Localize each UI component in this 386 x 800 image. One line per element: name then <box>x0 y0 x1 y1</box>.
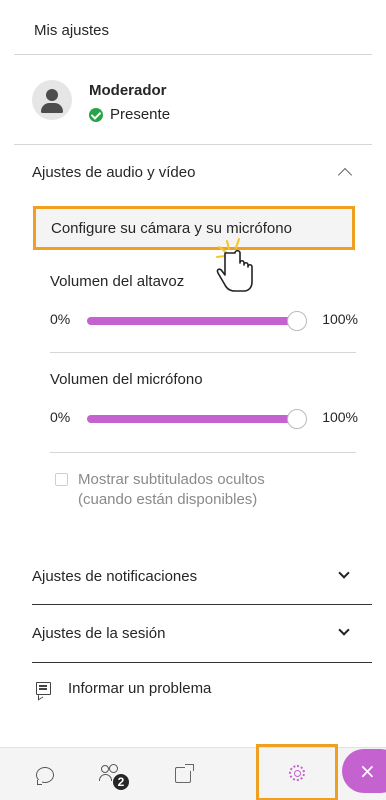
participants-count-badge: 2 <box>113 773 129 790</box>
session-section-header[interactable]: Ajustes de la sesión <box>32 618 354 648</box>
microphone-volume-min: 0% <box>50 409 71 425</box>
check-circle-icon <box>89 107 103 122</box>
close-icon: × <box>359 759 376 783</box>
tab-participants[interactable]: 2 <box>86 748 136 800</box>
closed-captions-option[interactable]: Mostrar subtitulados ocultos (cuando est… <box>55 470 355 510</box>
avatar-icon <box>32 80 72 120</box>
panel-header: Mis ajustes <box>14 0 372 55</box>
divider <box>32 662 372 663</box>
report-problem-label: Informar un problema <box>68 680 212 697</box>
divider <box>32 604 372 605</box>
speaker-volume-fill <box>87 317 297 325</box>
microphone-volume-fill <box>87 415 297 423</box>
speaker-volume-max: 100% <box>322 311 358 327</box>
chevron-down-icon <box>338 567 350 579</box>
microphone-volume-label: Volumen del micrófono <box>50 371 203 388</box>
tab-settings[interactable] <box>256 744 338 800</box>
chat-bubble-icon <box>36 766 54 785</box>
chevron-down-icon <box>338 624 350 636</box>
closed-captions-label: Mostrar subtitulados ocultos (cuando est… <box>78 470 265 510</box>
gear-icon <box>289 764 305 781</box>
user-status: Presente <box>89 106 170 123</box>
speaker-volume-min: 0% <box>50 311 71 327</box>
user-info: Moderador Presente <box>32 80 352 130</box>
report-problem-icon <box>36 682 51 695</box>
microphone-volume-max: 100% <box>322 409 358 425</box>
speaker-volume-label: Volumen del altavoz <box>50 273 185 290</box>
my-settings-panel: Mis ajustes Moderador Presente Ajustes d… <box>0 0 386 800</box>
audio-video-section-header[interactable]: Ajustes de audio y vídeo <box>32 157 354 187</box>
divider <box>50 352 356 353</box>
tab-chat[interactable] <box>20 748 70 800</box>
microphone-volume-thumb[interactable] <box>287 409 307 429</box>
closed-captions-checkbox[interactable] <box>55 473 68 486</box>
speaker-volume-thumb[interactable] <box>287 311 307 331</box>
closed-captions-label-line2: (cuando están disponibles) <box>78 491 258 508</box>
tab-share-content[interactable] <box>158 748 208 800</box>
chevron-up-icon <box>337 167 353 183</box>
divider <box>50 452 356 453</box>
bottom-tab-bar: 2 <box>0 744 386 800</box>
user-name: Moderador <box>89 82 167 99</box>
panel-title: Mis ajustes <box>34 22 110 39</box>
speaker-volume-slider[interactable]: 0% 100% <box>50 308 358 332</box>
configure-camera-mic-button[interactable]: Configure su cámara y su micrófono <box>33 206 355 250</box>
notifications-section-title: Ajustes de notificaciones <box>32 567 198 585</box>
microphone-volume-track[interactable] <box>87 409 307 429</box>
configure-camera-mic-label: Configure su cámara y su micrófono <box>51 219 292 237</box>
speaker-volume-track[interactable] <box>87 311 307 331</box>
share-content-icon <box>175 763 194 783</box>
closed-captions-label-line1: Mostrar subtitulados ocultos <box>78 471 265 488</box>
session-section-title: Ajustes de la sesión <box>32 624 166 642</box>
user-status-label: Presente <box>110 106 171 123</box>
close-panel-button[interactable]: × <box>342 749 386 793</box>
report-problem-link[interactable]: Informar un problema <box>36 680 211 697</box>
divider <box>14 144 372 145</box>
audio-video-section-title: Ajustes de audio y vídeo <box>32 163 196 181</box>
microphone-volume-slider[interactable]: 0% 100% <box>50 406 358 430</box>
notifications-section-header[interactable]: Ajustes de notificaciones <box>32 561 354 591</box>
hand-pointer-icon <box>216 238 253 292</box>
participants-icon: 2 <box>99 763 129 790</box>
